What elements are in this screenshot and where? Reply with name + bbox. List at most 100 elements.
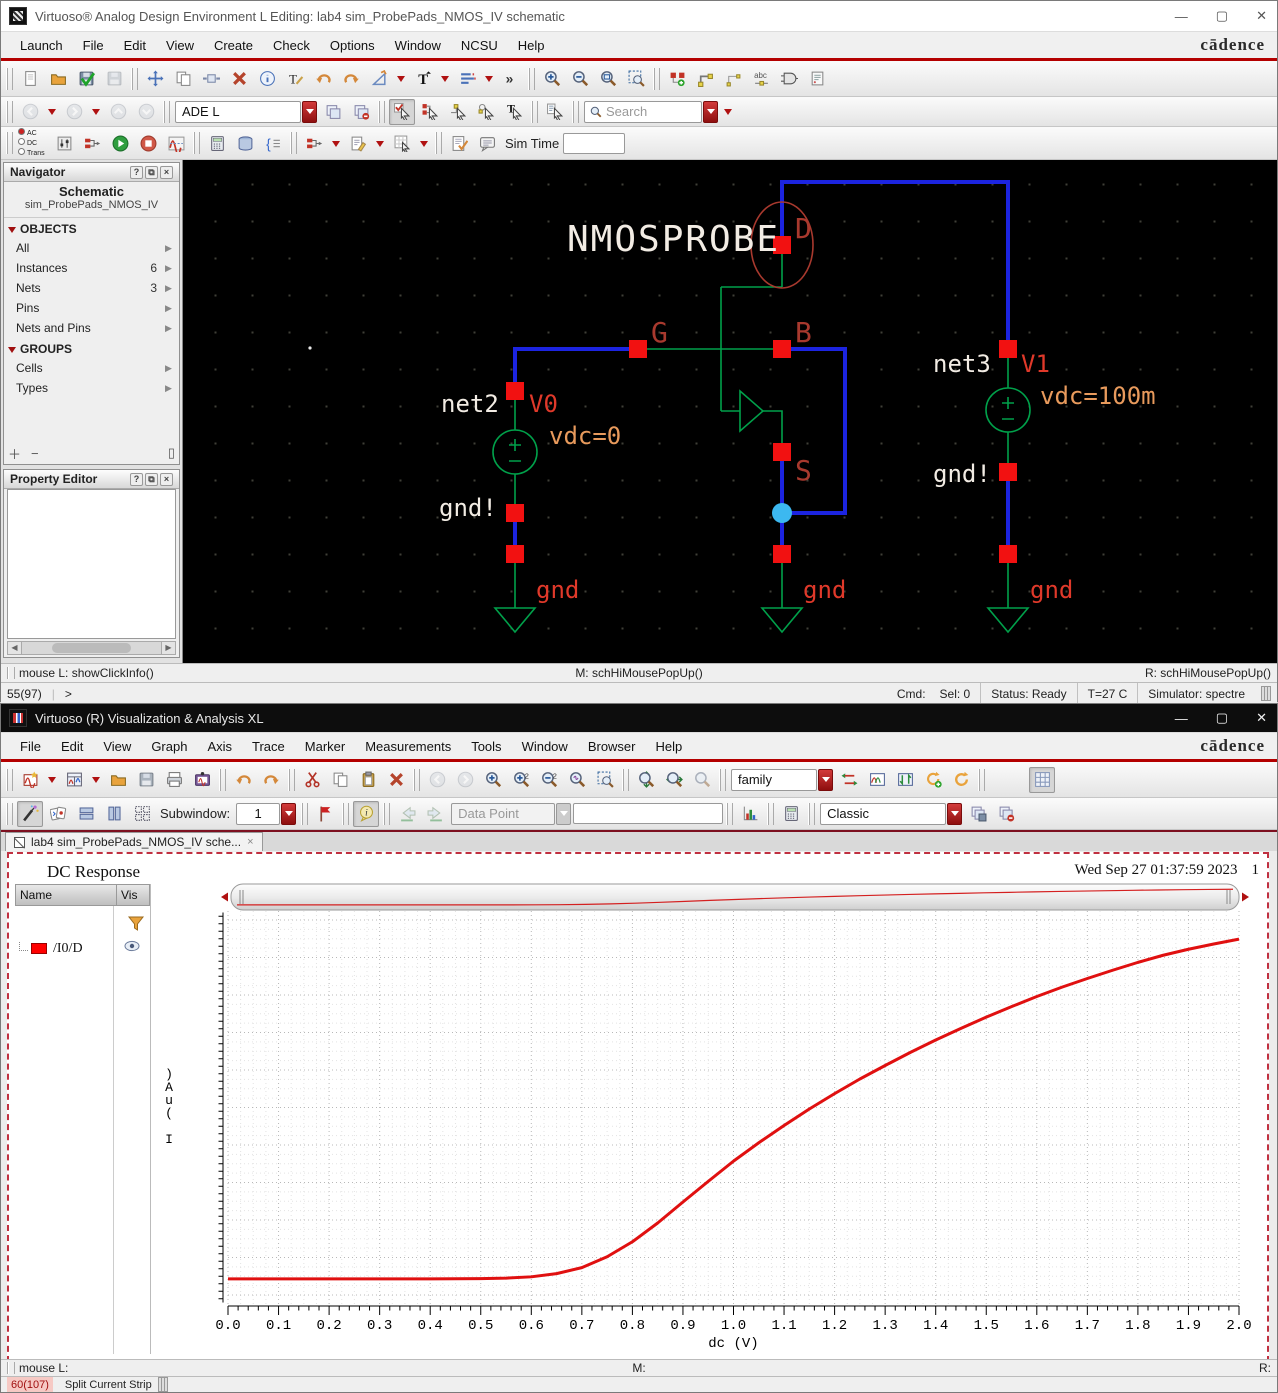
trace-group-combo-dropdown-icon[interactable]	[818, 768, 833, 791]
legend-vis-header[interactable]: Vis	[117, 885, 149, 905]
redo-button[interactable]	[338, 66, 364, 92]
property-editor-hscrollbar[interactable]: ◀ ▶	[7, 641, 176, 655]
delete-workspace-button[interactable]	[348, 99, 374, 125]
expand-arrow-icon[interactable]: ▶	[165, 383, 173, 394]
new-file-button[interactable]	[17, 66, 43, 92]
previous-point-button[interactable]	[394, 801, 420, 827]
zoom-in-button[interactable]	[480, 767, 506, 793]
zoom-to-region-button[interactable]	[592, 767, 618, 793]
swap-sweep-button[interactable]	[836, 767, 862, 793]
expand-arrow-icon[interactable]: ▶	[165, 303, 173, 314]
undo-button[interactable]	[230, 767, 256, 793]
delete-button[interactable]	[226, 66, 252, 92]
copy-button[interactable]	[170, 66, 196, 92]
menu-file[interactable]: File	[11, 736, 50, 757]
menu-browser[interactable]: Browser	[579, 736, 645, 757]
align-button-dropdown-icon[interactable]	[483, 73, 495, 85]
sim-time-field[interactable]	[563, 132, 626, 154]
move-button[interactable]	[142, 66, 168, 92]
close-icon[interactable]: ✕	[1256, 710, 1267, 726]
undock-icon[interactable]: ⧉	[145, 472, 158, 486]
horizontal-strips-button[interactable]	[73, 801, 99, 827]
run-simulation-button[interactable]	[107, 130, 133, 156]
flag-button[interactable]	[312, 801, 338, 827]
overview-scrollbar[interactable]	[230, 883, 1240, 911]
navigator-titlebar[interactable]: Navigator ? ⧉ ×	[4, 163, 179, 182]
delete-button[interactable]	[383, 767, 409, 793]
snap-mode-combo[interactable]: Data Point	[451, 802, 572, 825]
add-filter-button[interactable]: ＋	[8, 444, 21, 463]
overview-left-arrow-icon[interactable]	[221, 892, 228, 902]
create-wire-button[interactable]	[692, 66, 718, 92]
menu-measurements[interactable]: Measurements	[356, 736, 460, 757]
expressions-button[interactable]: {	[260, 130, 286, 156]
menu-graph[interactable]: Graph	[142, 736, 196, 757]
results-browser-button[interactable]	[232, 130, 258, 156]
zoom-off-button[interactable]	[689, 767, 715, 793]
delete-theme-button[interactable]	[993, 801, 1019, 827]
next-view-button[interactable]	[452, 767, 478, 793]
undock-icon[interactable]: ⧉	[145, 165, 158, 179]
annotate-menu-button[interactable]	[345, 130, 371, 156]
open-button[interactable]	[105, 767, 131, 793]
align-button[interactable]	[454, 66, 480, 92]
zoom-out-xy-button[interactable]: 2	[536, 767, 562, 793]
navigator-item-nets-and-pins[interactable]: Nets and Pins ▶	[4, 318, 179, 338]
stop-simulation-button[interactable]	[135, 130, 161, 156]
probe-menu-button[interactable]	[301, 130, 327, 156]
trace-group-combo[interactable]: family	[731, 768, 833, 791]
save-button[interactable]	[101, 66, 127, 92]
menu-edit[interactable]: Edit	[115, 35, 155, 56]
minimize-icon[interactable]: —	[1175, 711, 1188, 726]
redo-button[interactable]	[258, 767, 284, 793]
scroll-right-icon[interactable]: ▶	[161, 642, 175, 654]
menu-view[interactable]: View	[94, 736, 140, 757]
overlay-button[interactable]	[864, 767, 890, 793]
viva-titlebar[interactable]: Virtuoso (R) Visualization & Analysis XL…	[1, 704, 1277, 732]
menu-edit[interactable]: Edit	[52, 736, 92, 757]
check-save-button[interactable]	[73, 66, 99, 92]
rotate-button-dropdown-icon[interactable]	[395, 73, 407, 85]
zoom-x-button[interactable]	[633, 767, 659, 793]
previous-view-button[interactable]	[424, 767, 450, 793]
legend-name-header[interactable]: Name	[16, 885, 117, 905]
menu-window[interactable]: Window	[386, 35, 450, 56]
menu-launch[interactable]: Launch	[11, 35, 72, 56]
help-icon[interactable]: ?	[130, 165, 143, 179]
zoom-to-selected-button[interactable]	[623, 66, 649, 92]
forward-dropdown[interactable]	[90, 106, 102, 118]
undo-button[interactable]	[310, 66, 336, 92]
navigator-item-all[interactable]: All ▶	[4, 238, 179, 258]
save-theme-button[interactable]	[965, 801, 991, 827]
copy-button[interactable]	[327, 767, 353, 793]
setup-analyses-button[interactable]	[51, 130, 77, 156]
remove-filter-button[interactable]: −	[31, 446, 39, 461]
stretch-button[interactable]	[198, 66, 224, 92]
more-tools-button[interactable]: »	[498, 66, 524, 92]
expand-arrow-icon[interactable]: ▶	[165, 243, 173, 254]
open-button[interactable]	[45, 66, 71, 92]
mini-scrollbar[interactable]	[157, 1377, 168, 1392]
visibility-eye-icon[interactable]	[124, 940, 140, 957]
expand-arrow-icon[interactable]: ▶	[165, 283, 173, 294]
export-image-button[interactable]	[189, 767, 215, 793]
zoom-in-xy-button[interactable]: 2	[508, 767, 534, 793]
vertical-strips-button[interactable]	[101, 801, 127, 827]
new-waveform-button[interactable]	[17, 767, 43, 793]
scroll-thumb[interactable]	[52, 643, 131, 653]
minimize-icon[interactable]: —	[1175, 9, 1188, 24]
create-note-button[interactable]	[804, 66, 830, 92]
netlist-button[interactable]	[79, 130, 105, 156]
text-style-button[interactable]: T	[410, 66, 436, 92]
scroll-left-icon[interactable]: ◀	[8, 642, 22, 654]
text-select-cursor-button[interactable]: T	[501, 99, 527, 125]
paste-button[interactable]	[355, 767, 381, 793]
menu-help[interactable]: Help	[509, 35, 554, 56]
help-icon[interactable]: ?	[130, 472, 143, 486]
plot-outputs-button[interactable]	[163, 130, 189, 156]
refresh-button[interactable]	[948, 767, 974, 793]
subwindow-dropdown-icon[interactable]	[281, 802, 297, 825]
filter-funnel-icon[interactable]	[126, 914, 146, 939]
tab-close-icon[interactable]: ×	[247, 836, 253, 848]
navigator-section-groups[interactable]: GROUPS	[4, 338, 179, 358]
